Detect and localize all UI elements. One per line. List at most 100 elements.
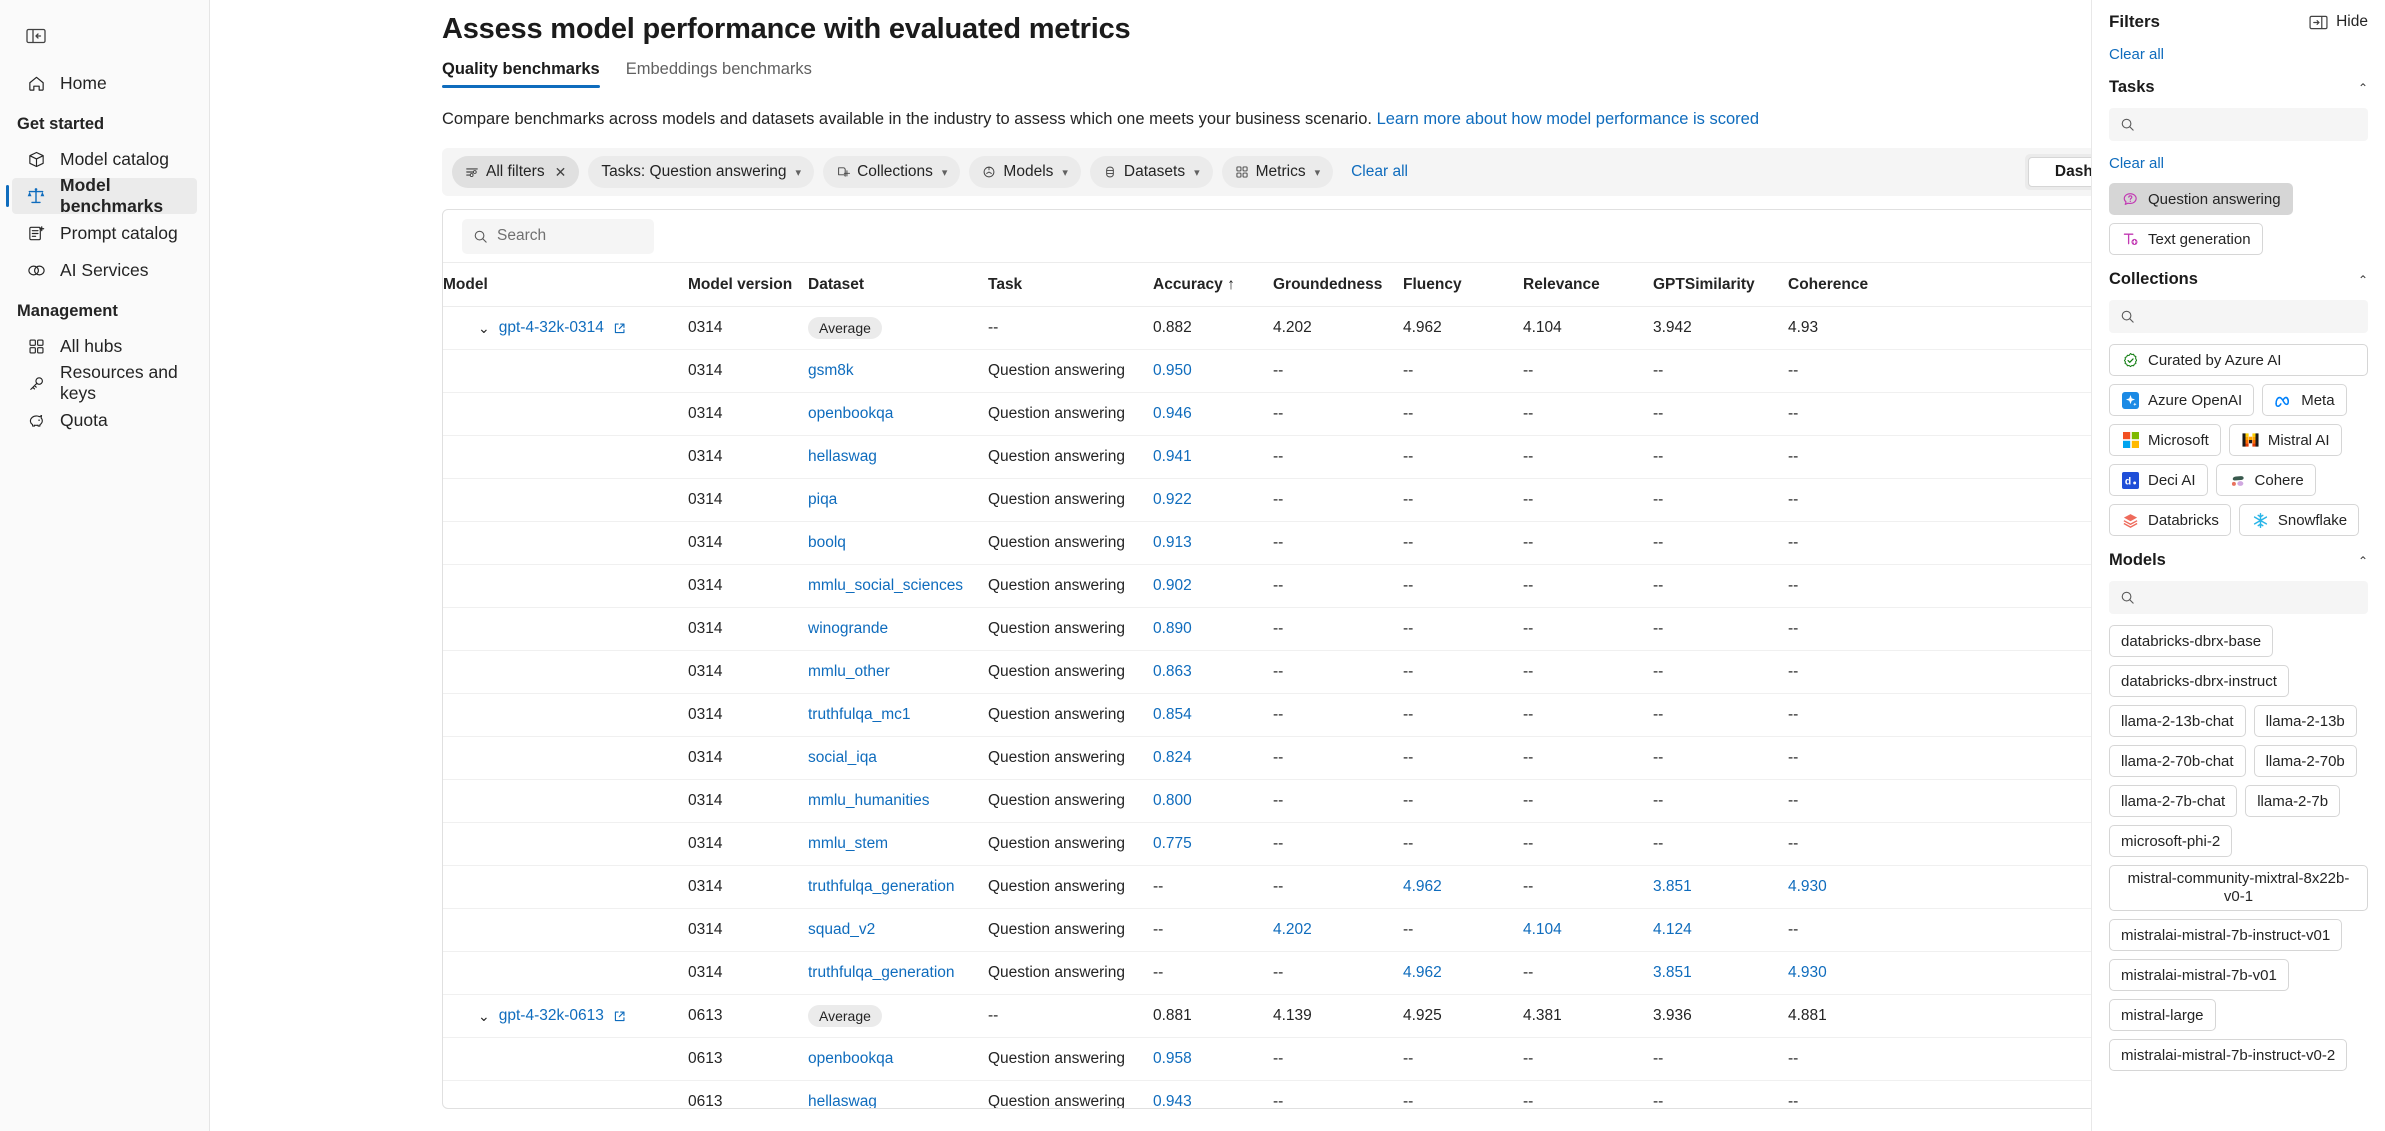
chevron-up-icon[interactable]: ⌃ — [2358, 273, 2368, 287]
metric-value[interactable]: 0.854 — [1153, 706, 1192, 723]
model-chip-llama-2-70b[interactable]: llama-2-70b — [2253, 745, 2357, 777]
table-row[interactable]: 0314 truthfulqa_mc1 Question answering 0.85… — [443, 693, 2091, 737]
collapse-nav-icon[interactable] — [14, 14, 58, 58]
dataset-link[interactable]: mmlu_social_sciences — [808, 577, 963, 594]
model-chip-microsoft-phi-2[interactable]: microsoft-phi-2 — [2109, 825, 2233, 857]
all-filters-button[interactable]: All filters ✕ — [452, 156, 580, 188]
learn-more-link[interactable]: Learn more about how model performance i… — [1377, 110, 1759, 128]
column-header-accuracy[interactable]: Accuracy ↑ — [1153, 262, 1273, 307]
column-header-coherence[interactable]: Coherence — [1788, 262, 1918, 307]
dataset-link[interactable]: mmlu_stem — [808, 835, 888, 852]
collections-search-box[interactable] — [2109, 300, 2368, 333]
sidebar-item-model-benchmarks[interactable]: Model benchmarks — [6, 175, 197, 216]
metric-value[interactable]: 3.851 — [1653, 964, 1692, 981]
model-chip-mistral-community-mixtral-8x22b-v0-1[interactable]: mistral-community-mixtral-8x22b-v0-1 — [2109, 865, 2368, 911]
column-header-model[interactable]: Model — [443, 262, 688, 307]
model-chip-llama-2-13b-chat[interactable]: llama-2-13b-chat — [2109, 705, 2246, 737]
model-chip-llama-2-70b-chat[interactable]: llama-2-70b-chat — [2109, 745, 2246, 777]
sidebar-item-model-catalog[interactable]: Model catalog — [12, 141, 197, 177]
dataset-link[interactable]: piqa — [808, 491, 837, 508]
dataset-link[interactable]: boolq — [808, 534, 846, 551]
dataset-link[interactable]: openbookqa — [808, 1050, 893, 1067]
table-row[interactable]: 0613 hellaswag Question answering 0.943 -- --… — [443, 1080, 2091, 1108]
dataset-link[interactable]: social_iqa — [808, 749, 877, 766]
search-input[interactable] — [497, 227, 643, 245]
dataset-link[interactable]: openbookqa — [808, 405, 893, 422]
metric-value[interactable]: 0.863 — [1153, 663, 1192, 680]
filter-pill-metrics[interactable]: Metrics ▾ — [1221, 156, 1334, 188]
sidebar-item-resources-and-keys[interactable]: Resources and keys — [12, 362, 197, 403]
model-chip-llama-2-7b[interactable]: llama-2-7b — [2245, 785, 2341, 817]
task-chip-question-answering[interactable]: Question answering — [2109, 183, 2293, 215]
table-row[interactable]: 0314 hellaswag Question answering 0.941 -- --… — [443, 435, 2091, 479]
column-header-groundedness[interactable]: Groundedness — [1273, 262, 1403, 307]
metric-value[interactable]: 4.202 — [1273, 921, 1312, 938]
dataset-link[interactable]: gsm8k — [808, 362, 854, 379]
clear-all-filters-link[interactable]: Clear all — [1351, 163, 1408, 181]
collection-chip-meta[interactable]: Meta — [2262, 384, 2347, 416]
model-chip-llama-2-13b[interactable]: llama-2-13b — [2253, 705, 2357, 737]
collection-chip-cohere[interactable]: Cohere — [2215, 464, 2316, 496]
dataset-link[interactable]: hellaswag — [808, 1093, 877, 1108]
column-header-relevance[interactable]: Relevance — [1523, 262, 1653, 307]
chevron-down-icon[interactable]: ⌄ — [478, 321, 490, 335]
collections-search-input[interactable] — [2143, 308, 2357, 325]
open-in-new-icon[interactable] — [613, 322, 626, 335]
collection-chip-deci-ai[interactable]: d Deci AI — [2109, 464, 2208, 496]
models-search-input[interactable] — [2143, 589, 2357, 606]
metric-value[interactable]: 0.946 — [1153, 405, 1192, 422]
sidebar-item-ai-services[interactable]: AI Services — [12, 252, 197, 288]
sidebar-item-all-hubs[interactable]: All hubs — [12, 328, 197, 364]
column-header-dataset[interactable]: Dataset — [808, 262, 988, 307]
collection-chip-microsoft[interactable]: Microsoft — [2109, 424, 2221, 456]
metric-value[interactable]: 0.890 — [1153, 620, 1192, 637]
table-row[interactable]: 0314 squad_v2 Question answering -- 4.202 -- 4… — [443, 908, 2091, 952]
model-link[interactable]: gpt-4-32k-0613 — [499, 1007, 604, 1025]
column-header-model-version[interactable]: Model version — [688, 262, 808, 307]
metric-value[interactable]: 4.124 — [1653, 921, 1692, 938]
dataset-link[interactable]: truthfulqa_generation — [808, 964, 955, 981]
search-box[interactable] — [462, 218, 654, 254]
tasks-search-box[interactable] — [2109, 108, 2368, 141]
sidebar-item-prompt-catalog[interactable]: Prompt catalog — [12, 215, 197, 251]
table-row[interactable]: 0314 truthfulqa_generation Question answer… — [443, 951, 2091, 995]
metric-value[interactable]: 3.851 — [1653, 878, 1692, 895]
metric-value[interactable]: 0.922 — [1153, 491, 1192, 508]
table-row[interactable]: 0314 mmlu_other Question answering 0.863 -- -… — [443, 650, 2091, 694]
table-row[interactable]: 0314 mmlu_humanities Question answering 0.8… — [443, 779, 2091, 823]
tasks-clear-all-link[interactable]: Clear all — [2109, 155, 2368, 172]
metric-value[interactable]: 0.958 — [1153, 1050, 1192, 1067]
filter-pill-models[interactable]: Models ▾ — [969, 156, 1081, 188]
metric-value[interactable]: 0.913 — [1153, 534, 1192, 551]
table-row[interactable]: 0314 mmlu_social_sciences Question answeri… — [443, 564, 2091, 608]
table-row[interactable]: 0314 mmlu_stem Question answering 0.775 -- --… — [443, 822, 2091, 866]
dataset-link[interactable]: mmlu_humanities — [808, 792, 929, 809]
metric-value[interactable]: 0.902 — [1153, 577, 1192, 594]
model-chip-llama-2-7b-chat[interactable]: llama-2-7b-chat — [2109, 785, 2238, 817]
table-row[interactable]: 0314 openbookqa Question answering 0.946 -- -… — [443, 392, 2091, 436]
collection-chip-curated-by-azure-ai[interactable]: Curated by Azure AI — [2109, 344, 2368, 376]
model-chip-mistralai-mistral-7b-instruct-v0-2[interactable]: mistralai-mistral-7b-instruct-v0-2 — [2109, 1039, 2348, 1071]
table-row-group-header[interactable]: ⌄ gpt-4-32k-0613 0613 Average -- 0.881 4.139 4.… — [443, 994, 2091, 1038]
metric-value[interactable]: 0.941 — [1153, 448, 1192, 465]
model-chip-databricks-dbrx-base[interactable]: databricks-dbrx-base — [2109, 625, 2274, 657]
collection-chip-azure-openai[interactable]: Azure OpenAI — [2109, 384, 2255, 416]
dataset-link[interactable]: winogrande — [808, 620, 888, 637]
sidebar-item-home[interactable]: Home — [12, 65, 197, 101]
view-toggle-dashboard[interactable]: Dashboard — [2027, 157, 2091, 187]
model-chip-mistralai-mistral-7b-v01[interactable]: mistralai-mistral-7b-v01 — [2109, 959, 2289, 991]
tasks-search-input[interactable] — [2143, 116, 2357, 133]
dataset-link[interactable]: hellaswag — [808, 448, 877, 465]
column-header-fluency[interactable]: Fluency — [1403, 262, 1523, 307]
model-chip-databricks-dbrx-instruct[interactable]: databricks-dbrx-instruct — [2109, 665, 2289, 697]
tab-quality-benchmarks[interactable]: Quality benchmarks — [442, 60, 600, 88]
tab-embeddings-benchmarks[interactable]: Embeddings benchmarks — [626, 60, 812, 88]
metric-value[interactable]: 4.930 — [1788, 878, 1827, 895]
metric-value[interactable]: 4.930 — [1788, 964, 1827, 981]
chevron-up-icon[interactable]: ⌃ — [2358, 554, 2368, 568]
metric-value[interactable]: 0.943 — [1153, 1093, 1192, 1108]
open-in-new-icon[interactable] — [613, 1010, 626, 1023]
table-row[interactable]: 0314 gsm8k Question answering 0.950 -- -- -- --… — [443, 349, 2091, 393]
column-header-gptsimilarity[interactable]: GPTSimilarity — [1653, 262, 1788, 307]
column-header-task[interactable]: Task — [988, 262, 1153, 307]
